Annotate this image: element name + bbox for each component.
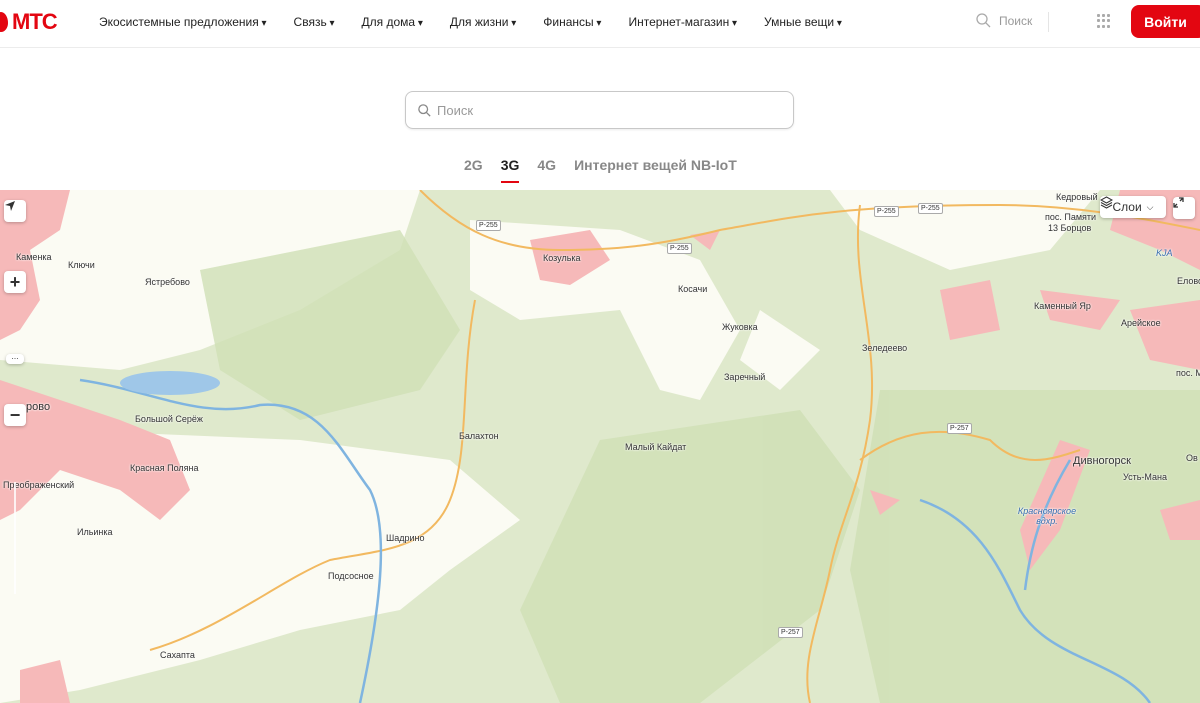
zoom-out-button[interactable]: − — [4, 404, 26, 426]
road-sign: Р-255 — [476, 220, 501, 231]
layers-button[interactable]: Слои ⌵ — [1100, 196, 1166, 218]
road-sign: Р-255 — [874, 206, 899, 217]
tab-4g[interactable]: 4G — [537, 157, 556, 183]
nav-shop[interactable]: Интернет-магазин — [628, 15, 737, 29]
tab-3g[interactable]: 3G — [500, 157, 519, 183]
place-label: Дивногорск — [1073, 455, 1131, 467]
reservoir-label: Красноярское вдхр. — [1017, 506, 1077, 526]
place-label: Каменка — [16, 252, 52, 262]
road-sign: Р-257 — [778, 627, 803, 638]
chevron-down-icon: ⌵ — [1146, 201, 1154, 212]
place-label: Жуковка — [722, 322, 758, 332]
place-label: пос. Ми — [1176, 368, 1200, 378]
place-label: Усть-Мана — [1123, 472, 1168, 482]
search-icon — [418, 103, 431, 117]
road-sign: Р-255 — [667, 243, 692, 254]
map-search[interactable] — [405, 91, 794, 129]
header-search[interactable]: Поиск — [976, 13, 1032, 28]
place-label: пос. Памяти — [1045, 212, 1097, 222]
place-label: Ов — [1186, 453, 1198, 463]
place-label: Балахтон — [459, 431, 499, 441]
nav-ecosystem[interactable]: Экосистемные предложения — [99, 15, 267, 29]
place-label: Косачи — [678, 284, 708, 294]
place-label: Шадрино — [386, 533, 425, 543]
zoom-slider-track[interactable] — [14, 482, 16, 594]
mts-logo[interactable]: МТС — [0, 9, 58, 35]
fullscreen-button[interactable] — [1173, 197, 1195, 219]
login-button[interactable]: Войти — [1131, 5, 1200, 38]
place-label: Большой Серёж — [135, 414, 203, 424]
header: МТС Экосистемные предложения Связь Для д… — [0, 0, 1200, 48]
airport-label: KJA — [1156, 248, 1173, 258]
zoom-slider-handle[interactable]: ⋯ — [6, 354, 24, 364]
place-label: Малый Кайдат — [625, 442, 687, 452]
nav-life[interactable]: Для жизни — [450, 15, 516, 29]
place-label: Подсосное — [328, 571, 374, 581]
road-sign: Р-255 — [918, 203, 943, 214]
tab-2g[interactable]: 2G — [464, 157, 483, 183]
place-label: Каменный Яр — [1034, 301, 1091, 311]
egg-icon — [0, 12, 8, 32]
plus-icon: + — [9, 271, 21, 292]
coverage-map[interactable]: Кедровый пос. Памяти 13 Борцов KJA Елово… — [0, 190, 1200, 703]
grip-icon: ⋯ — [11, 356, 19, 363]
network-tabs: 2G 3G 4G Интернет вещей NB-IoT — [464, 157, 737, 183]
nav-smart[interactable]: Умные вещи — [764, 15, 842, 29]
place-label: Зеледеево — [862, 343, 908, 353]
place-label: 13 Борцов — [1048, 223, 1092, 233]
place-label: Козулька — [543, 253, 581, 263]
location-arrow-icon — [5, 201, 15, 211]
map-canvas — [0, 190, 1200, 703]
place-label: Ключи — [68, 260, 95, 270]
nav-svyaz[interactable]: Связь — [294, 15, 335, 29]
nav-finance[interactable]: Финансы — [543, 15, 601, 29]
road-sign: Р-257 — [947, 423, 972, 434]
zoom-in-button[interactable]: + — [4, 271, 26, 293]
place-label: Кедровый — [1056, 192, 1098, 202]
nav-home[interactable]: Для дома — [362, 15, 423, 29]
expand-icon — [1173, 197, 1184, 208]
place-label: рово — [26, 401, 51, 413]
apps-grid-icon[interactable] — [1097, 14, 1111, 28]
place-label: Арейское — [1121, 318, 1161, 328]
place-label: Ястребово — [145, 277, 190, 287]
locate-button[interactable] — [4, 200, 26, 222]
minus-icon: − — [9, 404, 21, 425]
tab-nb-iot[interactable]: Интернет вещей NB-IoT — [574, 157, 737, 183]
place-label: Еловое — [1177, 276, 1200, 286]
layers-icon — [1100, 196, 1113, 209]
search-input[interactable] — [437, 102, 767, 118]
main-nav: Экосистемные предложения Связь Для дома … — [99, 15, 869, 29]
place-label: Красная Поляна — [130, 463, 199, 473]
place-label: Сахапта — [160, 650, 195, 660]
place-label: Заречный — [724, 372, 766, 382]
lake — [120, 371, 220, 395]
search-icon — [976, 13, 991, 28]
place-label: Ильинка — [77, 527, 113, 537]
divider — [1048, 12, 1049, 32]
